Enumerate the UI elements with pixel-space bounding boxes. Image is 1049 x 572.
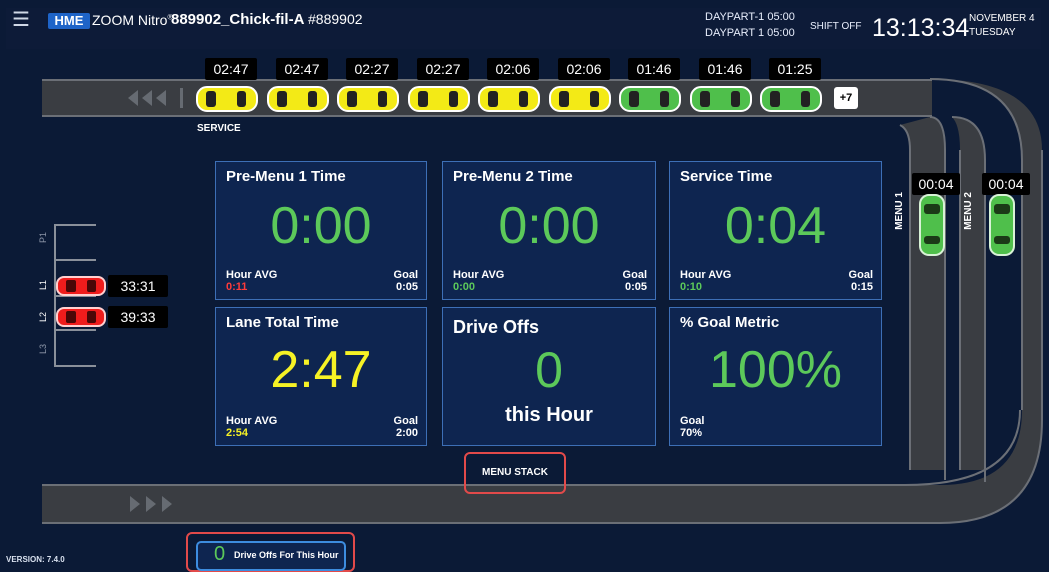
goal: Goal 0:05 xyxy=(622,269,647,293)
goal: Goal 0:15 xyxy=(848,269,873,293)
menu-2-car-icon[interactable] xyxy=(989,194,1015,256)
daypart-2-line: DAYPART 1 05:00 xyxy=(705,27,795,39)
clock: 13:13:34 xyxy=(872,14,970,42)
drive-offs-footer-label: Drive Offs For This Hour xyxy=(234,550,339,560)
queue-timer: 01:46 xyxy=(699,58,751,80)
goal: Goal 70% xyxy=(680,415,705,439)
queue-car-icon[interactable] xyxy=(407,85,471,113)
hour-avg: Hour AVG 0:00 xyxy=(453,269,505,293)
queue-timer: 02:27 xyxy=(346,58,398,80)
queue-timer: 02:47 xyxy=(276,58,328,80)
tile-title: Pre-Menu 2 Time xyxy=(453,168,573,185)
menu-1-timer: 00:04 xyxy=(912,173,960,195)
menu-1-car-icon[interactable] xyxy=(919,194,945,256)
tile-service-time[interactable]: Service Time 0:04 Hour AVG 0:10 Goal 0:15 xyxy=(669,161,882,300)
tile-goal-metric[interactable]: % Goal Metric 100% Goal 70% xyxy=(669,307,882,446)
tile-pre-menu-1[interactable]: Pre-Menu 1 Time 0:00 Hour AVG 0:11 Goal 0:… xyxy=(215,161,427,300)
queue-car-icon[interactable] xyxy=(266,85,330,113)
queue-car-icon[interactable] xyxy=(759,85,823,113)
drive-offs-footer-count: 0 xyxy=(214,543,226,565)
menu-stack-button[interactable]: MENU STACK xyxy=(464,452,566,494)
goal: Goal 2:00 xyxy=(393,415,418,439)
bay-l2-car-icon[interactable] xyxy=(56,306,106,328)
tile-value: 0:00 xyxy=(270,197,372,255)
queue-car-icon[interactable] xyxy=(618,85,682,113)
hour-avg: Hour AVG 0:10 xyxy=(680,269,732,293)
bay-l2-timer: 39:33 xyxy=(108,306,168,328)
queue-timer: 02:06 xyxy=(487,58,539,80)
product-name: ZOOM Nitro® xyxy=(92,12,173,28)
date-weekday: TUESDAY xyxy=(969,27,1016,38)
shift-status: SHIFT OFF xyxy=(810,21,862,32)
queue-timer: 02:27 xyxy=(417,58,469,80)
service-label: SERVICE xyxy=(197,123,241,134)
bay-l1-timer: 33:31 xyxy=(108,275,168,297)
tile-value: 0:04 xyxy=(724,197,827,255)
tile-drive-offs[interactable]: Drive Offs 0 this Hour xyxy=(442,307,656,446)
tile-title: Drive Offs xyxy=(453,317,540,337)
queue-car-icon[interactable] xyxy=(195,85,259,113)
tile-subtitle: this Hour xyxy=(505,404,593,426)
tile-value: 2:47 xyxy=(270,341,372,399)
tile-pre-menu-2[interactable]: Pre-Menu 2 Time 0:00 Hour AVG 0:00 Goal 0:… xyxy=(442,161,656,300)
tile-title: Pre-Menu 1 Time xyxy=(226,168,346,185)
queue-timer: 01:46 xyxy=(628,58,680,80)
queue-timer: 02:47 xyxy=(205,58,257,80)
hour-avg: Hour AVG 2:54 xyxy=(226,415,278,439)
queue-timer: 02:06 xyxy=(558,58,610,80)
hour-avg: Hour AVG 0:11 xyxy=(226,269,278,293)
daypart-1-line: DAYPART-1 05:00 xyxy=(705,11,795,23)
bay-p1-label: P1 xyxy=(38,232,48,244)
bay-l1-car-icon[interactable] xyxy=(56,275,106,297)
tile-value: 100% xyxy=(709,341,842,399)
menu-1-label: MENU 1 xyxy=(894,192,905,230)
menu-2-timer: 00:04 xyxy=(982,173,1030,195)
queue-car-icon[interactable] xyxy=(689,85,753,113)
hamburger-menu-icon[interactable]: ☰ xyxy=(12,10,30,30)
store-selector[interactable]: 889902_Chick-fil-A #889902 xyxy=(171,11,363,28)
version-label: VERSION: 7.4.0 xyxy=(6,555,65,564)
tile-title: Lane Total Time xyxy=(226,314,339,331)
goal: Goal 0:05 xyxy=(393,269,418,293)
menu-2-label: MENU 2 xyxy=(963,192,974,230)
tile-title: % Goal Metric xyxy=(680,314,780,331)
more-cars-badge[interactable]: +7 xyxy=(834,87,858,109)
tile-value: 0:00 xyxy=(498,197,600,255)
bay-l2-label: L2 xyxy=(38,312,48,323)
queue-timer: 01:25 xyxy=(769,58,821,80)
queue-car-icon[interactable] xyxy=(548,85,612,113)
date-month-day: NOVEMBER 4 xyxy=(969,13,1035,24)
tile-title: Service Time xyxy=(680,168,773,185)
hme-logo: HME xyxy=(48,13,90,29)
queue-car-icon[interactable] xyxy=(477,85,541,113)
tile-value: 0 xyxy=(535,342,563,398)
queue-car-icon[interactable] xyxy=(336,85,400,113)
bay-l1-label: L1 xyxy=(38,280,48,291)
bay-l3-label: L3 xyxy=(38,344,48,355)
tile-lane-total-time[interactable]: Lane Total Time 2:47 Hour AVG 2:54 Goal 2:… xyxy=(215,307,427,446)
